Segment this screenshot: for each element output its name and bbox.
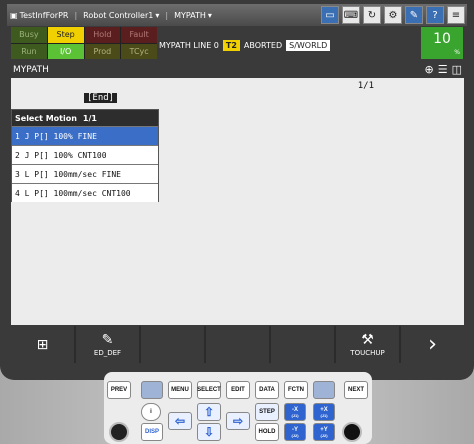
- help-icon[interactable]: ?: [426, 6, 444, 24]
- f5-key[interactable]: [271, 326, 334, 363]
- jog-plus-y-button[interactable]: +Y (J2): [313, 423, 335, 441]
- touchup-icon: ⚒: [361, 331, 374, 348]
- status-run: Run: [11, 43, 47, 59]
- arrow-right-icon[interactable]: ⇨: [226, 412, 250, 430]
- split-view-icon[interactable]: ◫: [452, 63, 462, 76]
- robot-icon[interactable]: ⚙: [384, 6, 402, 24]
- blank-key[interactable]: [313, 381, 335, 399]
- f6-key[interactable]: ⚒ TOUCHUP: [336, 326, 399, 363]
- f1-key[interactable]: ⊞: [11, 326, 74, 363]
- end-marker: [End]: [84, 93, 118, 103]
- function-key-bar: ⊞ ✎ ED_DEF ⚒ TOUCHUP ›: [11, 326, 464, 363]
- window-menu-icon[interactable]: ▣: [10, 11, 18, 20]
- select-motion-popup: Select Motion 1/1 1 J P[] 100% FINE 2 J …: [11, 109, 159, 202]
- edit-define-icon: ✎: [101, 331, 114, 348]
- status-step: Step: [47, 27, 84, 43]
- jog-minus-y-button[interactable]: -Y (J2): [284, 423, 306, 441]
- grid-icon: ⊞: [36, 336, 49, 353]
- jog-minus-x-sub: (J1): [291, 412, 299, 418]
- run-state: ABORTED: [243, 40, 283, 50]
- blank-key[interactable]: [141, 381, 163, 399]
- status-grid: Busy Step Hold Fault Run I/O Prod TCyc: [11, 27, 157, 59]
- popup-title-text: Select Motion: [15, 113, 77, 123]
- jog-minus-x-button[interactable]: -X (J1): [284, 403, 306, 421]
- jog-plus-y-sub: (J2): [320, 432, 328, 438]
- select-button[interactable]: SELECT: [197, 381, 221, 399]
- f6-label: TOUCHUP: [350, 348, 385, 357]
- motion-option[interactable]: 1 J P[] 100% FINE: [12, 126, 158, 145]
- f4-key[interactable]: [206, 326, 269, 363]
- emergency-knob-icon[interactable]: [109, 422, 129, 442]
- list-icon[interactable]: ☰: [438, 63, 448, 76]
- status-fault: Fault: [121, 27, 157, 43]
- arrow-up-icon[interactable]: ⇧: [197, 403, 221, 421]
- menu-button[interactable]: MENU: [168, 381, 192, 399]
- f2-label: ED_DEF: [93, 348, 122, 357]
- popup-title: Select Motion 1/1: [12, 110, 158, 126]
- step-button[interactable]: STEP: [255, 403, 279, 421]
- override-indicator[interactable]: 10 %: [421, 27, 463, 59]
- deadman-knob-icon[interactable]: [342, 422, 362, 442]
- title-bar: ▣ TestInfForPR | Robot Controller1 ▾ | M…: [7, 4, 467, 26]
- dropdown-arrow-icon[interactable]: ▾: [155, 11, 159, 20]
- status-busy: Busy: [11, 27, 47, 43]
- jog-plus-x-sub: (J1): [320, 412, 328, 418]
- status-io: I/O: [47, 43, 84, 59]
- page-name[interactable]: MYPATH: [174, 11, 206, 20]
- info-icon[interactable]: i: [141, 403, 161, 421]
- status-prod: Prod: [84, 43, 121, 59]
- title-separator: |: [165, 10, 169, 20]
- prev-button[interactable]: PREV: [107, 381, 131, 399]
- refresh-icon[interactable]: ↻: [363, 6, 381, 24]
- keyboard-icon[interactable]: ⌨: [342, 6, 360, 24]
- fctn-button[interactable]: FCTN: [284, 381, 308, 399]
- program-editor[interactable]: [End] 1/1 Select Motion 1/1 1 J P[] 100%…: [11, 78, 464, 325]
- f2-key[interactable]: ✎ ED_DEF: [76, 326, 139, 363]
- line-label: MYPATH LINE 0: [159, 40, 219, 50]
- program-name[interactable]: TestInfForPR: [20, 11, 69, 20]
- edit-icon[interactable]: ✎: [405, 6, 423, 24]
- motion-option[interactable]: 4 L P[] 100mm/sec CNT100: [12, 183, 158, 202]
- arrow-down-icon[interactable]: ⇩: [197, 423, 221, 441]
- disp-button[interactable]: DISP: [141, 423, 163, 441]
- status-hold: Hold: [84, 27, 121, 43]
- title-separator: |: [74, 10, 78, 20]
- chevron-right-icon: ›: [428, 331, 437, 357]
- edit-button[interactable]: EDIT: [226, 381, 250, 399]
- popup-page: 1/1: [82, 113, 97, 123]
- coord-frame: S/WORLD: [286, 39, 331, 51]
- controller-name[interactable]: Robot Controller1: [83, 11, 153, 20]
- status-tcyc: TCyc: [121, 43, 157, 59]
- jog-minus-y-sub: (J2): [291, 432, 299, 438]
- f3-key[interactable]: [141, 326, 204, 363]
- motion-option[interactable]: 2 J P[] 100% CNT100: [12, 145, 158, 164]
- override-unit: %: [454, 49, 460, 56]
- dropdown-arrow-icon[interactable]: ▾: [208, 11, 212, 20]
- motion-option[interactable]: 3 L P[] 100mm/sec FINE: [12, 164, 158, 183]
- page-header: MYPATH ⊕ ☰ ◫: [11, 62, 464, 78]
- arrow-left-icon[interactable]: ⇦: [168, 412, 192, 430]
- menu-icon[interactable]: ≡: [447, 6, 465, 24]
- hardware-keypad: PREV MENU SELECT EDIT DATA FCTN NEXT i ⇦…: [104, 372, 372, 444]
- jog-plus-x-button[interactable]: +X (J1): [313, 403, 335, 421]
- monitor-icon[interactable]: ▭: [321, 6, 339, 24]
- page-count: 1/1: [357, 81, 374, 91]
- next-button[interactable]: NEXT: [344, 381, 368, 399]
- override-value: 10: [433, 31, 451, 47]
- status-line: MYPATH LINE 0 T2 ABORTED S/WORLD: [159, 36, 331, 54]
- zoom-icon[interactable]: ⊕: [425, 63, 434, 76]
- mode-badge: T2: [222, 39, 240, 51]
- hold-button[interactable]: HOLD: [255, 423, 279, 441]
- data-button[interactable]: DATA: [255, 381, 279, 399]
- next-page-key[interactable]: ›: [401, 326, 464, 363]
- page-title: MYPATH: [13, 65, 49, 75]
